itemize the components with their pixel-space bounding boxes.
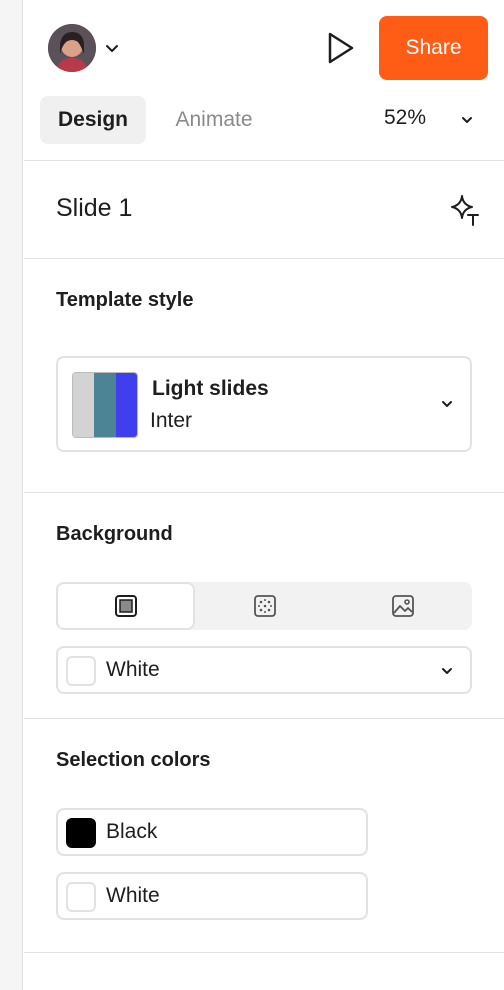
slide-title: Slide 1 (56, 194, 133, 222)
chevron-down-icon[interactable] (104, 40, 120, 56)
avatar[interactable] (48, 24, 96, 72)
background-image-option[interactable] (333, 582, 472, 630)
divider (24, 718, 504, 719)
template-font: Inter (150, 409, 193, 432)
left-canvas-edge (0, 0, 23, 990)
section-title-background: Background (56, 523, 173, 545)
design-panel: Share Design Animate 52% Slide 1 Templat… (24, 0, 504, 990)
background-pattern-option[interactable] (195, 582, 334, 630)
chevron-down-icon (442, 668, 452, 674)
section-title-selection-colors: Selection colors (56, 749, 211, 771)
tab-animate[interactable]: Animate (156, 96, 272, 144)
section-title-template-style: Template style (56, 289, 194, 311)
background-color-select[interactable]: White (56, 646, 472, 694)
color-chip (66, 656, 96, 686)
divider (24, 492, 504, 493)
background-solid-option[interactable] (56, 582, 195, 630)
selection-color-item[interactable]: Black (56, 808, 368, 856)
selection-color-item[interactable]: White (56, 872, 368, 920)
template-style-select[interactable]: Light slides Inter (56, 356, 472, 452)
play-icon[interactable] (324, 30, 358, 66)
ai-text-sparkle-icon[interactable] (448, 193, 482, 227)
background-color-name: White (106, 658, 160, 681)
image-fill-icon (391, 595, 414, 617)
selection-color-name: Black (106, 820, 158, 843)
pattern-fill-icon (253, 595, 276, 617)
color-chip[interactable] (66, 882, 96, 912)
chevron-down-icon[interactable] (459, 112, 475, 128)
divider (24, 160, 504, 161)
divider (24, 258, 504, 259)
divider (24, 952, 504, 953)
selection-color-name: White (106, 884, 160, 907)
color-chip[interactable] (66, 818, 96, 848)
template-name: Light slides (152, 377, 269, 400)
chevron-down-icon (442, 401, 452, 407)
template-color-swatch (72, 372, 138, 438)
tab-design[interactable]: Design (40, 96, 146, 144)
background-type-segmented (56, 582, 472, 630)
solid-fill-icon (114, 595, 137, 617)
zoom-level[interactable]: 52% (384, 106, 426, 130)
share-button[interactable]: Share (379, 16, 488, 80)
